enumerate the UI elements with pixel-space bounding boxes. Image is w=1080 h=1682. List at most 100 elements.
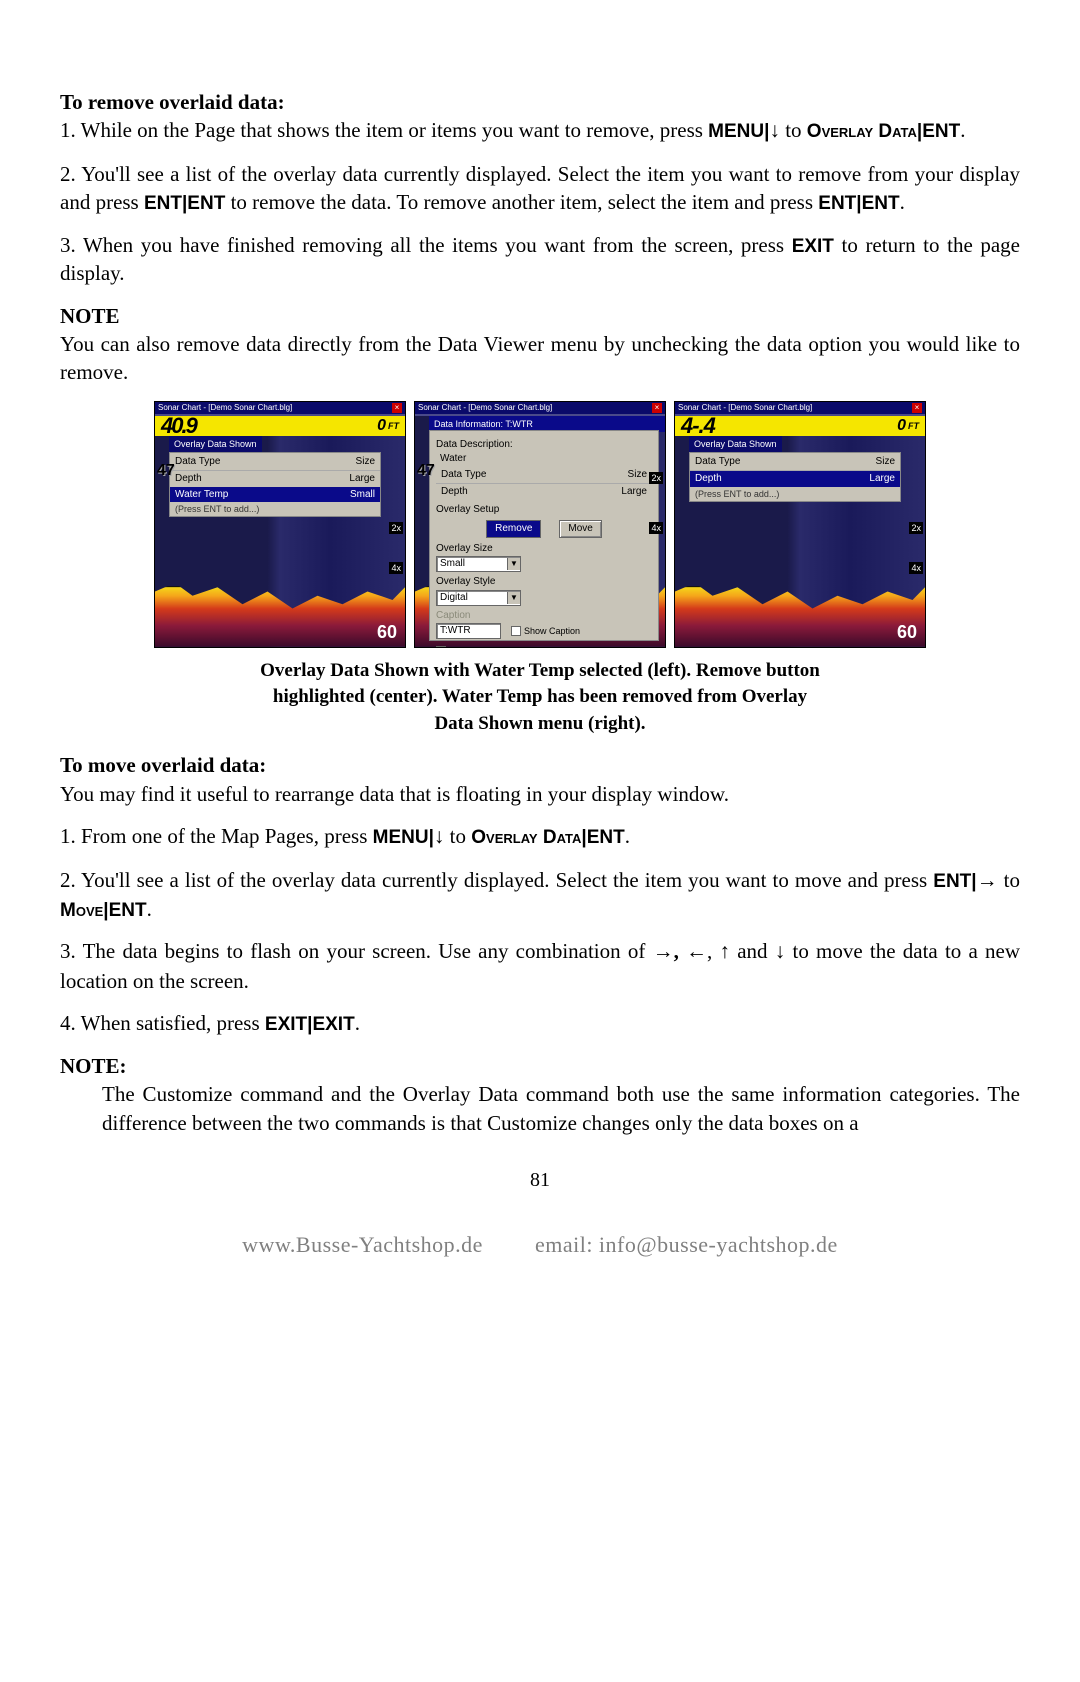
close-icon[interactable]: × (912, 403, 922, 413)
combo-value: T:WTR (440, 624, 471, 638)
key-ent: ENT (933, 871, 971, 892)
t: to remove the data. To remove another it… (231, 190, 819, 214)
t: to (785, 118, 807, 142)
key-ent: ENT (922, 121, 960, 142)
desc-label: Data Description: (436, 438, 652, 452)
arrow-up-icon: ↑ (720, 940, 731, 963)
list-header: Data Type Size (690, 453, 900, 472)
dim-cell: Large (621, 485, 647, 499)
page-number: 81 (60, 1167, 1020, 1194)
t: , (707, 939, 719, 963)
combo-value: Digital (440, 591, 468, 605)
para-2: 2. You'll see a list of the overlay data… (60, 160, 1020, 217)
key-move: Move (60, 900, 103, 921)
t: . (960, 118, 965, 142)
caption-line: Data Shown menu (right). (60, 711, 1020, 738)
overlay-data-shown-header: Overlay Data Shown (169, 436, 262, 452)
move-step1: 1. From one of the Map Pages, press MENU… (60, 822, 1020, 851)
remove-button[interactable]: Remove (486, 520, 541, 538)
dim-cell: Depth (441, 485, 621, 499)
key-menu: MENU (373, 827, 429, 848)
caption-label: Caption (436, 609, 652, 623)
list-item-selected[interactable]: Water Temp Small (170, 487, 380, 503)
t: 1. From one of the Map Pages, press (60, 824, 373, 848)
footer: www.Busse-Yachtshop.de email: info@busse… (60, 1230, 1020, 1260)
list-item[interactable]: Depth Large (170, 471, 380, 487)
arrow-right-icon: → (977, 869, 998, 892)
figure-caption: Overlay Data Shown with Water Temp selec… (60, 658, 1020, 738)
overlay-setup-dialog: Data Description: Water Data TypeSize De… (429, 430, 659, 641)
t: and (737, 939, 775, 963)
t: 1. While on the Page that shows the item… (60, 118, 708, 142)
arrow-down-icon: ↓ (775, 940, 786, 963)
cell: Water Temp (175, 488, 350, 502)
overlay-data-shown-header: Overlay Data Shown (689, 436, 782, 452)
size-label: Overlay Size (436, 542, 652, 556)
t: . (900, 190, 905, 214)
overlay-list[interactable]: Data Type Size Depth Large Water Temp Sm… (169, 452, 381, 518)
close-icon[interactable]: × (652, 403, 662, 413)
hide-invalid-checkbox[interactable]: Hide When Invalid (436, 645, 652, 648)
key-exit: EXIT (792, 236, 834, 257)
caption-combo[interactable]: T:WTR (436, 623, 501, 639)
key-ent: ENT (587, 827, 625, 848)
list-item-selected[interactable]: Depth Large (690, 471, 900, 487)
window-titlebar: Sonar Chart - [Demo Sonar Chart.blg] × (415, 402, 665, 415)
footer-url: www.Busse-Yachtshop.de (242, 1232, 483, 1257)
t: . (147, 897, 152, 921)
dim-col: Size (628, 468, 647, 482)
scale-2x: 2x (389, 522, 403, 534)
para-3: 3. When you have finished removing all t… (60, 231, 1020, 288)
t: 3. When you have finished removing all t… (60, 233, 792, 257)
key-overlay-data: Overlay Data (471, 827, 581, 848)
col-data-type: Data Type (695, 455, 876, 469)
close-icon[interactable]: × (392, 403, 402, 413)
fig-right: Sonar Chart - [Demo Sonar Chart.blg] × 4… (674, 401, 926, 648)
arrow-right-icon: → (653, 940, 674, 963)
cell: Small (350, 488, 375, 502)
move-button[interactable]: Move (559, 520, 601, 538)
para-1: 1. While on the Page that shows the item… (60, 116, 1020, 145)
t: 2. You'll see a list of the overlay data… (60, 868, 933, 892)
comma: , (674, 939, 686, 963)
cell: Large (349, 472, 375, 486)
style-combo[interactable]: Digital▼ (436, 590, 521, 606)
hint: (Press ENT to add...) (175, 503, 375, 515)
window-title: Sonar Chart - [Demo Sonar Chart.blg] (418, 403, 552, 414)
list-hint: (Press ENT to add...) (690, 487, 900, 501)
col-size: Size (356, 455, 375, 469)
side-depth: 47 (157, 460, 175, 482)
note-heading-2: NOTE: (60, 1052, 1020, 1080)
t: 3. The data begins to flash on your scre… (60, 939, 653, 963)
overlay-list[interactable]: Data Type Size Depth Large (Press ENT to… (689, 452, 901, 502)
move-step4: 4. When satisfied, press EXIT|EXIT. (60, 1009, 1020, 1038)
note-heading: NOTE (60, 302, 1020, 330)
footer-email: email: info@busse-yachtshop.de (535, 1232, 838, 1257)
size-combo[interactable]: Small▼ (436, 556, 521, 572)
cell: Depth (695, 472, 869, 486)
scale-2x: 2x (649, 472, 663, 484)
caption-line: highlighted (center). Water Temp has bee… (60, 684, 1020, 711)
key-ent-ent: ENT|ENT (144, 193, 225, 214)
show-caption-checkbox[interactable]: Show Caption (511, 625, 580, 637)
note-body-2: The Customize command and the Overlay Da… (102, 1080, 1020, 1137)
scale-2x: 2x (909, 522, 923, 534)
key-exit-exit: EXIT|EXIT (265, 1014, 355, 1035)
ft-label: FT (908, 420, 919, 432)
key-menu: MENU (708, 121, 764, 142)
arrow-down-icon: ↓ (434, 825, 445, 848)
desc-value: Water (436, 452, 652, 466)
move-step2: 2. You'll see a list of the overlay data… (60, 866, 1020, 924)
heading-move: To move overlaid data: (60, 751, 1020, 779)
move-step3: 3. The data begins to flash on your scre… (60, 937, 1020, 995)
fig-left: Sonar Chart - [Demo Sonar Chart.blg] × 4… (154, 401, 406, 648)
caption-line: Overlay Data Shown with Water Temp selec… (60, 658, 1020, 685)
setup-label: Overlay Setup (436, 503, 652, 517)
cell: Depth (175, 472, 349, 486)
chk-label: Show Caption (524, 625, 580, 637)
hint: (Press ENT to add...) (695, 488, 895, 500)
cell: Large (869, 472, 895, 486)
zero: 0 (897, 415, 906, 437)
side-depth: 47 (417, 460, 435, 482)
yellow-bar: 4-.4 0FT (675, 416, 925, 436)
